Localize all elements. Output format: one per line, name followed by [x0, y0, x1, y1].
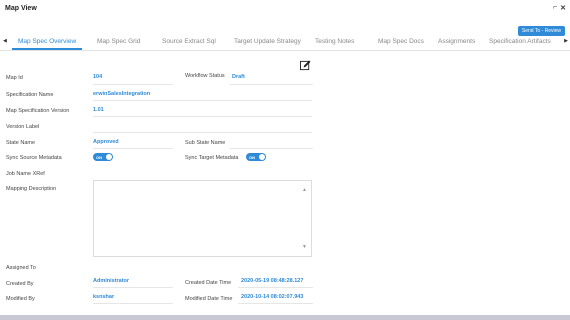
map-id-label: Map Id [6, 75, 23, 81]
tab-scroll-left-icon[interactable]: ◀ [3, 38, 7, 44]
modified-date-value: 2020-10-14 08:02:07.943 [241, 294, 304, 300]
spec-name-label: Specification Name [6, 92, 54, 98]
tab-map-spec-grid[interactable]: Map Spec Grid [97, 38, 140, 45]
close-icon[interactable]: ✕ [560, 4, 566, 12]
scroll-up-icon[interactable]: ▲ [302, 187, 307, 193]
created-date-value: 2020-05-19 08:48:28.127 [241, 278, 304, 284]
tab-bar: ◀ Map Spec Overview Map Spec Grid Source… [0, 33, 570, 51]
spec-version-value: 1.01 [93, 107, 104, 113]
scroll-down-icon[interactable]: ▼ [302, 244, 307, 250]
spec-version-label: Map Specification Version [6, 108, 70, 114]
tab-target-update-strategy[interactable]: Target Update Strategy [234, 38, 301, 45]
created-by-value: Administrator [93, 278, 130, 284]
tab-testing-notes[interactable]: Testing Notes [315, 38, 354, 45]
assigned-to-label: Assigned To [6, 265, 36, 271]
sync-source-label: Sync Source Metadata [6, 155, 62, 161]
sync-source-toggle-text: ON [96, 154, 102, 160]
tab-specification-artifacts[interactable]: Specification Artifacts [489, 38, 551, 45]
sync-target-label: Sync Target Metadata [185, 155, 239, 161]
mapping-description-label: Mapping Description [6, 186, 57, 192]
created-date-label: Created Date Time [185, 280, 232, 286]
tab-map-spec-docs[interactable]: Map Spec Docs [378, 38, 424, 45]
modified-by-label: Modified By [6, 296, 35, 302]
map-id-value: 104 [93, 74, 103, 80]
created-by-label: Created By [6, 281, 34, 287]
spec-name-value: erwinSalesIntegration [93, 91, 151, 97]
window-title: Map View [5, 5, 37, 12]
tab-source-extract-sql[interactable]: Source Extract Sql [162, 38, 216, 45]
title-bar: Map View ⌐ ✕ [0, 0, 570, 18]
tab-map-spec-overview[interactable]: Map Spec Overview [11, 38, 83, 50]
modified-date-label: Modified Date Time [185, 296, 233, 302]
state-name-value: Approved [93, 139, 119, 145]
mapping-description-textarea[interactable]: ▲ ▼ [93, 180, 312, 257]
workflow-status-value: Draft [232, 74, 245, 80]
tab-scroll-right-icon[interactable]: ▶ [564, 38, 568, 44]
state-name-label: State Name [6, 140, 36, 146]
window-controls: ⌐ ✕ [553, 4, 566, 12]
version-label-label: Version Label [6, 124, 40, 130]
sub-state-name-label: Sub State Name [185, 140, 226, 146]
sync-target-toggle[interactable]: ON [246, 153, 266, 161]
workflow-status-label: Workflow Status [185, 73, 225, 79]
tab-assignments[interactable]: Assignments [438, 38, 475, 45]
pin-icon[interactable]: ⌐ [553, 4, 557, 12]
bottom-bar [0, 315, 570, 320]
edit-icon[interactable] [300, 60, 311, 71]
job-name-xref-label: Job Name XRef [6, 171, 45, 177]
sync-source-toggle[interactable]: ON [93, 153, 113, 161]
toggle-knob [106, 154, 112, 160]
modified-by-value: ksnshar [93, 294, 115, 300]
sync-target-toggle-text: ON [249, 154, 255, 160]
toggle-knob [259, 154, 265, 160]
